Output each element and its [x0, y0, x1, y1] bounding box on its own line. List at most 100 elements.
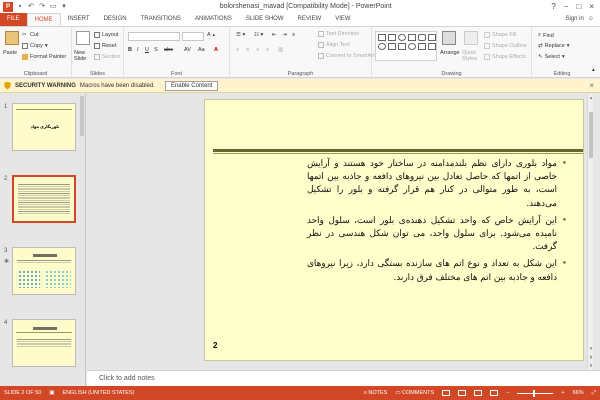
slideshow-icon[interactable]: ▭: [49, 3, 57, 11]
current-slide[interactable]: مواد بلوری دارای نظم بلندمدامنه در ساختا…: [204, 99, 584, 361]
thumbnail-slide-4[interactable]: [12, 319, 76, 367]
layout-button[interactable]: Layout: [94, 32, 119, 38]
underline-button[interactable]: U: [145, 47, 149, 53]
undo-icon[interactable]: ↶: [27, 3, 35, 11]
arrange-button[interactable]: Arrange: [440, 50, 460, 56]
notes-toggle[interactable]: ≡ NOTES: [364, 390, 388, 396]
slide-body-text[interactable]: مواد بلوری دارای نظم بلندمدامنه در ساختا…: [307, 158, 567, 289]
new-slide-button[interactable]: New Slide: [74, 50, 94, 62]
char-spacing-button[interactable]: AV: [184, 47, 191, 53]
find-button[interactable]: ⌕ Find: [538, 32, 554, 39]
maximize-button[interactable]: □: [576, 2, 581, 11]
shape-effects-button[interactable]: Shape Effects: [484, 54, 526, 60]
line-spacing-button[interactable]: ≡: [292, 32, 295, 38]
grow-font-button[interactable]: A ▴: [207, 32, 215, 38]
shape-item[interactable]: [378, 43, 386, 50]
slideshow-view-icon[interactable]: [490, 390, 499, 396]
text-direction-button[interactable]: Text Direction: [318, 31, 359, 37]
shapes-gallery[interactable]: [375, 31, 437, 61]
shape-item[interactable]: [418, 34, 426, 41]
help-button[interactable]: ?: [551, 2, 555, 11]
thumbnail-slide-3[interactable]: [12, 247, 76, 295]
reading-view-icon[interactable]: [474, 390, 483, 396]
zoom-slider-knob[interactable]: [533, 389, 536, 397]
scrollbar-thumb[interactable]: [589, 112, 593, 158]
numbering-button[interactable]: ☷ ▾: [254, 32, 263, 38]
shape-item[interactable]: [388, 43, 396, 50]
zoom-in-button[interactable]: +: [561, 390, 564, 396]
align-text-button[interactable]: Align Text: [318, 42, 350, 48]
increase-indent-button[interactable]: ⇥: [282, 32, 287, 38]
quick-styles-button[interactable]: Quick Styles: [462, 50, 484, 62]
zoom-slider[interactable]: [517, 389, 554, 397]
bullets-button[interactable]: ☰ ▾: [236, 32, 245, 38]
language-indicator[interactable]: ENGLISH (UNITED STATES): [63, 390, 135, 396]
sign-in-link[interactable]: Sign in ☺: [566, 13, 600, 26]
shape-item[interactable]: [408, 43, 416, 50]
minimize-button[interactable]: −: [564, 2, 569, 11]
tab-transitions[interactable]: TRANSITIONS: [134, 13, 188, 26]
slide-sorter-view-icon[interactable]: [458, 390, 467, 396]
tab-animations[interactable]: ANIMATIONS: [188, 13, 239, 26]
font-size-combo[interactable]: [182, 32, 204, 41]
tab-view[interactable]: VIEW: [328, 13, 357, 26]
thumbnails-scrollbar[interactable]: [80, 96, 84, 136]
align-left-button[interactable]: ≡: [236, 47, 239, 53]
tab-file[interactable]: FILE: [0, 13, 27, 26]
align-center-button[interactable]: ≡: [246, 47, 249, 53]
zoom-level[interactable]: 66%: [573, 390, 584, 396]
normal-view-icon[interactable]: [442, 390, 451, 396]
scroll-up-icon[interactable]: ▴: [588, 95, 594, 101]
thumbnail-slide-2[interactable]: [12, 175, 76, 223]
comments-toggle[interactable]: ▭ COMMENTS: [395, 390, 434, 396]
convert-smartart-button[interactable]: Convert to SmartArt: [318, 53, 375, 59]
font-color-button[interactable]: A: [214, 47, 218, 53]
fit-slide-icon[interactable]: ⤢: [592, 390, 596, 397]
format-painter-button[interactable]: Format Painter: [22, 54, 66, 60]
redo-icon[interactable]: ↷: [38, 3, 46, 11]
tab-insert[interactable]: INSERT: [61, 13, 97, 26]
italic-button[interactable]: I: [137, 47, 139, 53]
replace-button[interactable]: ⇄ Replace ▾: [538, 43, 570, 49]
next-slide-icon[interactable]: ⇟: [588, 363, 594, 369]
spellcheck-icon[interactable]: ▣: [49, 390, 54, 396]
decrease-indent-button[interactable]: ⇤: [272, 32, 277, 38]
save-icon[interactable]: ▪: [16, 3, 24, 11]
select-button[interactable]: ↖ Select ▾: [538, 54, 565, 60]
font-name-combo[interactable]: [128, 32, 180, 41]
scroll-down-icon[interactable]: ▾: [588, 346, 594, 352]
notes-pane[interactable]: Click to add notes: [87, 370, 600, 386]
tab-review[interactable]: REVIEW: [291, 13, 329, 26]
customize-qat-icon[interactable]: ▾: [60, 3, 68, 11]
align-right-button[interactable]: ≡: [256, 47, 259, 53]
shape-item[interactable]: [428, 34, 436, 41]
shape-item[interactable]: [398, 43, 406, 50]
zoom-out-button[interactable]: −: [506, 390, 509, 396]
paste-button[interactable]: Paste: [3, 50, 17, 56]
bold-button[interactable]: B: [128, 47, 132, 53]
tab-slide-show[interactable]: SLIDE SHOW: [239, 13, 291, 26]
shape-item[interactable]: [398, 34, 406, 41]
section-button[interactable]: Section: [94, 54, 120, 60]
shape-fill-button[interactable]: Shape Fill: [484, 32, 516, 38]
strikethrough-button[interactable]: abc: [164, 47, 173, 53]
cut-button[interactable]: ✂ Cut: [22, 32, 39, 38]
collapse-ribbon-icon[interactable]: ▴: [592, 67, 595, 73]
justify-button[interactable]: ≡: [266, 47, 269, 53]
shape-item[interactable]: [378, 34, 386, 41]
shape-item[interactable]: [408, 34, 416, 41]
shape-item[interactable]: [428, 43, 436, 50]
thumbnail-slide-1[interactable]: بلورنگاری مواد: [12, 103, 76, 151]
enable-content-button[interactable]: Enable Content: [164, 80, 219, 91]
close-button[interactable]: ×: [589, 2, 594, 11]
shape-outline-button[interactable]: Shape Outline: [484, 43, 527, 49]
shadow-button[interactable]: S: [154, 47, 158, 53]
change-case-button[interactable]: Aa: [198, 47, 205, 53]
copy-button[interactable]: Copy ▾: [22, 43, 48, 49]
tab-design[interactable]: DESIGN: [97, 13, 134, 26]
slide-scrollbar[interactable]: ▴ ▾ ⇞ ⇟: [587, 94, 593, 370]
tab-home[interactable]: HOME: [26, 13, 61, 26]
shape-item[interactable]: [388, 34, 396, 41]
previous-slide-icon[interactable]: ⇞: [588, 355, 594, 361]
columns-button[interactable]: ▥: [278, 47, 283, 53]
